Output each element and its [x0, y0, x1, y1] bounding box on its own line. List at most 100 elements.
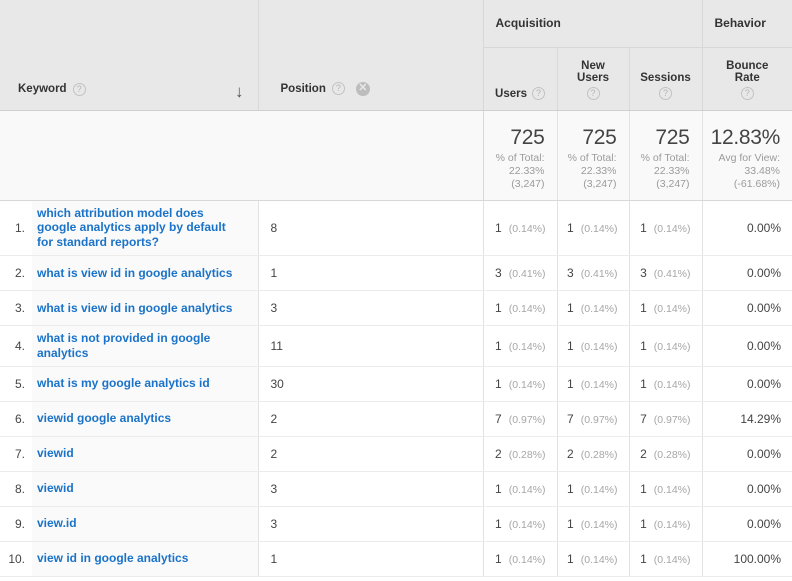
row-position: 8 [258, 200, 484, 257]
row-new-users-cell: 2 (0.28%) [557, 436, 630, 472]
row-sessions-percent: (0.14%) [653, 341, 691, 353]
row-users-value: 1 [495, 339, 502, 353]
row-new-users-value: 1 [567, 301, 574, 316]
row-new-users-cell: 3 (0.41%) [557, 255, 630, 292]
row-users-cell: 1 (0.14%) [483, 200, 558, 257]
row-users-percent: (0.14%) [508, 483, 546, 496]
remove-position-dimension-icon[interactable]: ✕ [355, 81, 370, 96]
row-bounce-rate-cell: 0.00% [702, 255, 792, 292]
sort-descending-arrow-icon[interactable]: ↓ [235, 83, 244, 100]
summary-users-value: 725 [510, 125, 545, 149]
row-sessions-cell: 1 (0.14%) [629, 471, 703, 507]
summary-sessions-label: % of Total: [640, 151, 690, 164]
row-sessions-percent: (0.14%) [653, 518, 691, 531]
row-new-users-percent: (0.14%) [580, 341, 618, 353]
row-new-users-percent: (0.14%) [580, 553, 618, 566]
row-users-percent: (0.14%) [508, 341, 546, 353]
keyword-link[interactable]: viewid [37, 446, 74, 460]
group-label-behavior: Behavior [714, 16, 766, 31]
row-sessions-percent: (0.14%) [653, 222, 691, 235]
keyword-link[interactable]: view.id [37, 516, 77, 530]
row-new-users-percent: (0.14%) [580, 222, 618, 235]
column-label-sessions: Sessions [640, 71, 691, 84]
row-users-cell: 1 (0.14%) [483, 325, 558, 367]
summary-new-users-label: % of Total: [567, 151, 617, 164]
row-new-users-percent: (0.41%) [580, 268, 618, 281]
row-sessions-percent: (0.28%) [653, 448, 691, 461]
row-bounce-rate-cell: 0.00% [702, 325, 792, 367]
group-label-acquisition: Acquisition [495, 16, 561, 31]
column-header-sessions[interactable]: Sessions ? [629, 47, 703, 111]
row-keyword-cell: what is view id in google analytics [32, 290, 259, 327]
row-users-value: 1 [495, 301, 502, 316]
row-keyword-cell: viewid [32, 436, 259, 472]
table-row: 1. which attribution model does google an… [0, 200, 792, 257]
row-keyword-cell: view id in google analytics [32, 541, 259, 577]
keyword-link[interactable]: what is view id in google analytics [37, 266, 232, 280]
row-new-users-percent: (0.14%) [580, 518, 618, 531]
row-new-users-percent: (0.14%) [580, 483, 618, 496]
row-new-users-percent: (0.97%) [580, 413, 618, 426]
row-keyword-cell: view.id [32, 506, 259, 542]
row-index: 1. [0, 200, 32, 257]
users-help-icon[interactable]: ? [531, 86, 545, 100]
row-sessions-value: 1 [640, 376, 647, 391]
position-group-spacer [258, 0, 484, 47]
row-bounce-rate-cell: 0.00% [702, 471, 792, 507]
column-label-new-users: New Users [577, 59, 609, 84]
row-users-cell: 3 (0.41%) [483, 255, 558, 292]
group-header-acquisition: Acquisition [483, 0, 703, 48]
summary-users-percent: 22.33% [508, 164, 545, 177]
column-header-bounce-rate[interactable]: Bounce Rate ? [702, 47, 792, 111]
keyword-link[interactable]: which attribution model does google anal… [37, 206, 226, 250]
new-users-help-icon[interactable]: ? [586, 86, 600, 100]
keyword-help-icon[interactable]: ? [72, 82, 86, 96]
table-body: 1. which attribution model does google an… [0, 200, 792, 577]
row-new-users-cell: 1 (0.14%) [557, 541, 630, 577]
row-new-users-cell: 1 (0.14%) [557, 325, 630, 367]
row-users-cell: 1 (0.14%) [483, 541, 558, 577]
row-sessions-cell: 1 (0.14%) [629, 541, 703, 577]
table-row: 2. what is view id in google analytics 1 3(… [0, 255, 792, 292]
row-users-percent: (0.14%) [508, 378, 546, 391]
row-sessions-value: 1 [640, 516, 647, 531]
row-sessions-value: 1 [640, 220, 647, 235]
column-header-keyword[interactable]: Keyword ? ↓ [0, 47, 259, 111]
summary-bounce-rate: 12.83% Avg for View: 33.48% (-61.68%) [702, 110, 792, 201]
row-bounce-rate-value: 0.00% [746, 266, 782, 281]
row-users-value: 3 [495, 266, 502, 281]
keyword-link[interactable]: what is my google analytics id [37, 376, 210, 390]
sessions-help-icon[interactable]: ? [659, 86, 672, 100]
keyword-link[interactable]: what is view id in google analytics [37, 301, 232, 315]
summary-new-users-percent: 22.33% [580, 164, 617, 177]
keyword-link[interactable]: view id in google analytics [37, 551, 188, 565]
summary-bounce-rate-label: Avg for View: [718, 151, 781, 164]
row-users-percent: (0.14%) [508, 553, 546, 566]
row-new-users-value: 1 [567, 516, 574, 531]
row-bounce-rate-cell: 0.00% [702, 366, 792, 402]
column-header-new-users[interactable]: New Users ? [557, 47, 630, 111]
summary-bounce-rate-total: (-61.68%) [733, 178, 781, 191]
row-sessions-cell: 1 (0.14%) [629, 200, 703, 257]
row-new-users-percent: (0.28%) [580, 448, 618, 461]
column-header-users[interactable]: Users ? [483, 47, 558, 111]
row-position: 3 [258, 290, 484, 327]
keyword-link[interactable]: what is not provided in google analytics [37, 331, 210, 360]
row-bounce-rate-value: 0.00% [746, 339, 782, 353]
column-header-position[interactable]: Position ? ✕ [258, 47, 484, 111]
row-sessions-cell: 1 (0.14%) [629, 366, 703, 402]
summary-sessions: 725 % of Total: 22.33% (3,247) [629, 110, 703, 201]
row-bounce-rate-value: 0.00% [746, 376, 782, 391]
row-new-users-value: 1 [567, 551, 574, 566]
position-help-icon[interactable]: ? [331, 82, 345, 95]
keyword-link[interactable]: viewid google analytics [37, 411, 171, 425]
column-label-bounce-rate: Bounce Rate [726, 59, 769, 84]
keyword-link[interactable]: viewid [37, 481, 74, 495]
bounce-rate-help-icon[interactable]: ? [740, 86, 754, 100]
summary-sessions-total: (3,247) [656, 178, 690, 191]
row-new-users-cell: 1 (0.14%) [557, 200, 630, 257]
row-users-percent: (0.97%) [508, 413, 546, 426]
row-bounce-rate-cell: 14.29% [702, 401, 792, 437]
table-row: 8. viewid 3 1 (0.14%) 1 (0.14%) 1 (0.14%) 0.00% [0, 471, 792, 507]
row-bounce-rate-value: 0.00% [746, 481, 782, 496]
